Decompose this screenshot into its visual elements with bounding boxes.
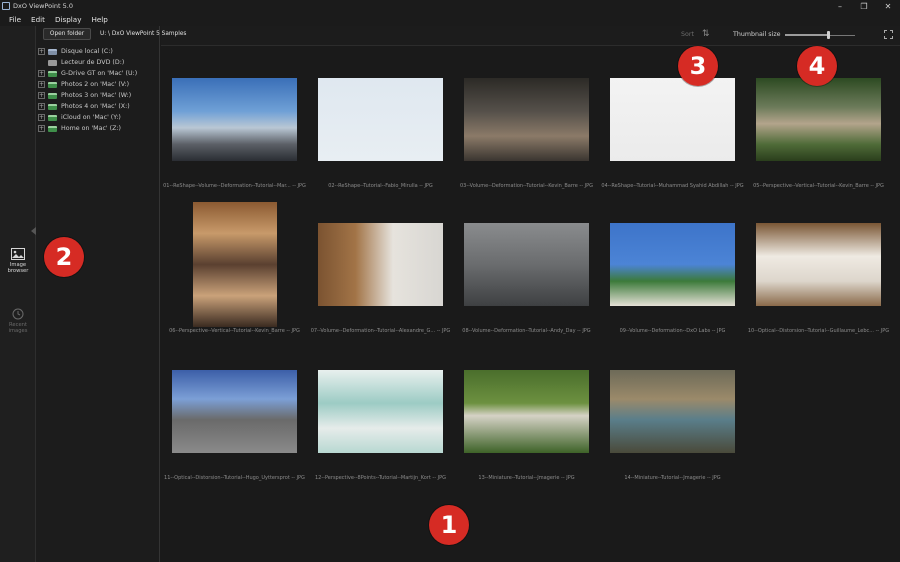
fullscreen-icon[interactable] — [884, 30, 893, 39]
tree-item[interactable]: + Photos 4 on 'Mac' (X:) — [38, 101, 158, 112]
local-drive-icon — [48, 48, 57, 55]
image-thumbnail[interactable] — [610, 78, 735, 161]
network-drive-icon — [48, 125, 57, 132]
image-browser-label: Image browser — [7, 262, 29, 274]
network-drive-icon — [48, 70, 57, 77]
thumbnail-size-label: Thumbnail size — [733, 31, 781, 38]
image-thumbnail[interactable] — [610, 223, 735, 306]
image-thumbnail[interactable] — [318, 78, 443, 161]
sort-icon[interactable]: ⇅ — [702, 29, 710, 39]
tree-item[interactable]: + Disque local (C:) — [38, 46, 158, 57]
tree-item-label: G-Drive GT on 'Mac' (U:) — [61, 70, 138, 77]
tree-item[interactable]: + Photos 3 on 'Mac' (W:) — [38, 90, 158, 101]
thumbnail-caption: 13--Miniature--Tutorial--Jmagerie -- JPG — [478, 475, 575, 481]
thumbnail-caption: 01--ReShape--Volume--Deformation--Tutori… — [163, 183, 306, 189]
expand-toggle-icon[interactable]: + — [38, 92, 45, 99]
image-thumbnail[interactable] — [464, 78, 589, 161]
clock-icon — [12, 308, 24, 320]
network-drive-icon — [48, 103, 57, 110]
image-thumbnail[interactable] — [318, 370, 443, 453]
network-drive-icon — [48, 81, 57, 88]
thumbnail-caption: 14--Miniature--Tutorial--Jmagerie -- JPG — [624, 475, 721, 481]
image-thumbnail[interactable] — [464, 223, 589, 306]
image-thumbnail[interactable] — [318, 223, 443, 306]
minimize-button[interactable]: – — [828, 0, 852, 12]
tree-item[interactable]: + Photos 2 on 'Mac' (V:) — [38, 79, 158, 90]
thumbnail-caption: 11--Optical--Distorsion--Tutorial--Hugo_… — [164, 475, 305, 481]
current-path: U: \ DxO ViewPoint 5 Samples — [100, 31, 187, 37]
tree-item-label: Photos 4 on 'Mac' (X:) — [61, 103, 130, 110]
network-drive-icon — [48, 92, 57, 99]
image-thumbnail[interactable] — [464, 370, 589, 453]
thumbnail-caption: 09--Volume--Deformation--DxO Labs -- JPG — [619, 328, 726, 334]
browser-toolbar — [161, 26, 900, 46]
expand-toggle-icon[interactable]: + — [38, 81, 45, 88]
thumbnail-caption: 05--Perspective--Vertical--Tutorial--Kev… — [753, 183, 884, 189]
image-browser-button[interactable]: Image browser — [0, 248, 36, 274]
sort-label: Sort — [681, 31, 694, 38]
thumbnail-caption: 12--Perspective--8Points--Tutorial--Mart… — [315, 475, 446, 481]
tree-item-label: iCloud on 'Mac' (Y:) — [61, 114, 121, 121]
image-thumbnail[interactable] — [172, 78, 297, 161]
expand-toggle-icon[interactable]: + — [38, 70, 45, 77]
window-controls: – ❐ ✕ — [828, 0, 900, 12]
tree-item-label: Photos 3 on 'Mac' (W:) — [61, 92, 132, 99]
recent-images-button[interactable]: Recent images — [0, 308, 36, 334]
title-bar: DxO ViewPoint 5.0 – ❐ ✕ — [0, 0, 900, 12]
image-thumbnail[interactable] — [193, 202, 277, 327]
callout-badge-3: 3 — [678, 46, 718, 86]
expand-toggle-icon[interactable]: + — [38, 125, 45, 132]
tree-item-label: Home on 'Mac' (Z:) — [61, 125, 122, 132]
close-button[interactable]: ✕ — [876, 0, 900, 12]
thumbnail-caption: 04--ReShape--Tutorial--Muhammad Syahid A… — [601, 183, 744, 189]
tree-item-label: Lecteur de DVD (D:) — [61, 59, 125, 66]
dvd-drive-icon — [48, 59, 57, 66]
menu-display[interactable]: Display — [50, 15, 87, 24]
tree-item[interactable]: + iCloud on 'Mac' (Y:) — [38, 112, 158, 123]
tree-item[interactable]: Lecteur de DVD (D:) — [38, 57, 158, 68]
left-rail: Image browser Recent images — [0, 26, 36, 562]
window-title: DxO ViewPoint 5.0 — [13, 2, 74, 10]
thumbnail-caption: 02--ReShape--Tutorial--Fabio_Mirulla -- … — [328, 183, 433, 189]
tree-item[interactable]: + G-Drive GT on 'Mac' (U:) — [38, 68, 158, 79]
thumbnail-grid: 01--ReShape--Volume--Deformation--Tutori… — [161, 47, 900, 562]
tree-item-label: Photos 2 on 'Mac' (V:) — [61, 81, 130, 88]
slider-fill — [785, 34, 829, 36]
folder-tree: + Disque local (C:) Lecteur de DVD (D:) + G-… — [38, 46, 158, 134]
maximize-button[interactable]: ❐ — [852, 0, 876, 12]
image-thumbnail[interactable] — [756, 78, 881, 161]
menu-file[interactable]: File — [4, 15, 26, 24]
thumbnail-caption: 03--Volume--Deformation--Tutorial--Kevin… — [459, 183, 593, 189]
callout-badge-1: 1 — [429, 505, 469, 545]
expand-toggle-icon[interactable]: + — [38, 48, 45, 55]
menu-bar: File Edit Display Help — [0, 12, 900, 26]
expand-toggle-icon — [38, 59, 45, 66]
tree-item[interactable]: + Home on 'Mac' (Z:) — [38, 123, 158, 134]
thumbnail-caption: 07--Volume--Deformation--Tutorial--Alexa… — [310, 328, 451, 334]
thumbnail-caption: 06--Perspective--Vertical--Tutorial--Kev… — [169, 328, 300, 334]
recent-images-label: Recent images — [8, 322, 28, 334]
app-logo-icon — [2, 2, 10, 10]
image-thumbnail[interactable] — [610, 370, 735, 453]
expand-toggle-icon[interactable]: + — [38, 103, 45, 110]
expand-toggle-icon[interactable]: + — [38, 114, 45, 121]
menu-help[interactable]: Help — [86, 15, 112, 24]
open-folder-button[interactable]: Open folder — [43, 28, 91, 40]
image-icon — [11, 248, 25, 260]
image-thumbnail[interactable] — [756, 223, 881, 306]
thumbnail-caption: 08--Volume--Deformation--Tutorial--Andy_… — [462, 328, 591, 334]
callout-badge-4: 4 — [797, 46, 837, 86]
network-drive-icon — [48, 114, 57, 121]
image-thumbnail[interactable] — [172, 370, 297, 453]
menu-edit[interactable]: Edit — [26, 15, 50, 24]
callout-badge-2: 2 — [44, 237, 84, 277]
tree-item-label: Disque local (C:) — [61, 48, 113, 55]
slider-handle[interactable] — [827, 31, 831, 39]
thumbnail-caption: 10--Optical--Distorsion--Tutorial--Guill… — [747, 328, 890, 334]
